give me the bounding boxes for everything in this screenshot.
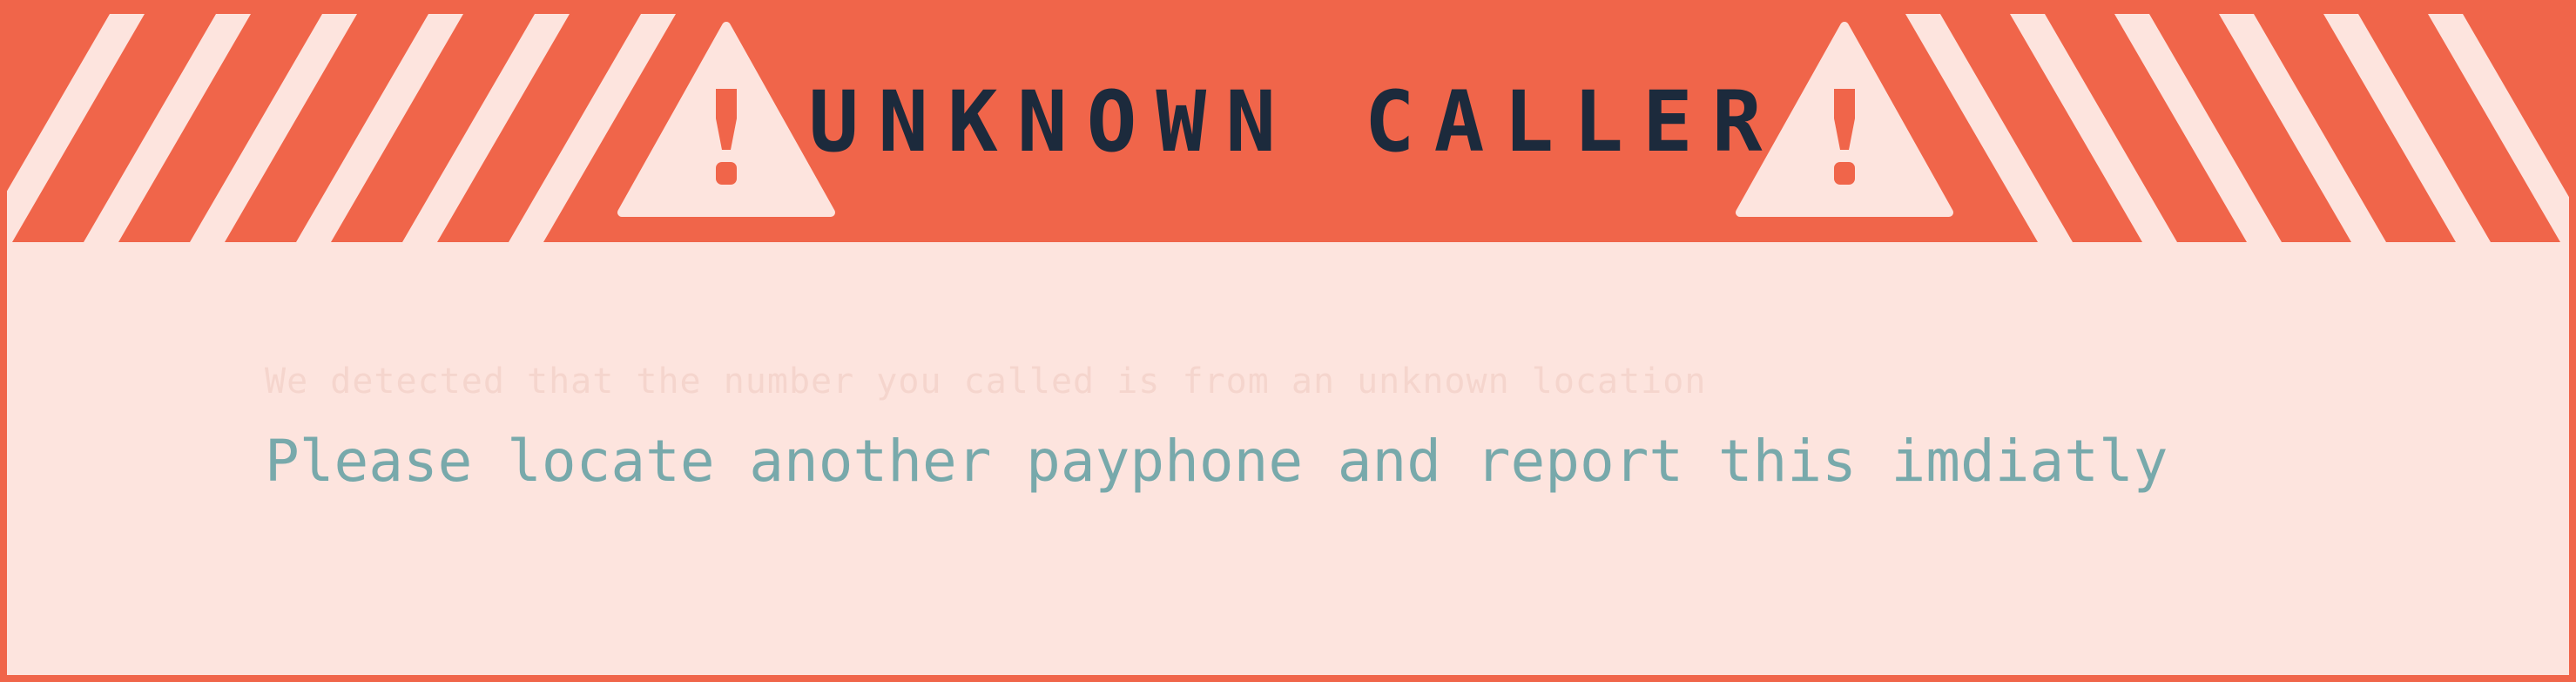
message-text: Please locate another payphone and repor…: [265, 428, 2168, 495]
alert-title: UNKNOWN CALLER: [808, 73, 1782, 171]
faded-message-line: We detected that the number you called i…: [265, 361, 1707, 402]
alert-message: We detected that the number you called i…: [265, 355, 2546, 496]
warning-banner: UNKNOWN CALLER: [7, 7, 2569, 242]
alert-panel: UNKNOWN CALLER We detected that the numb…: [0, 0, 2576, 682]
